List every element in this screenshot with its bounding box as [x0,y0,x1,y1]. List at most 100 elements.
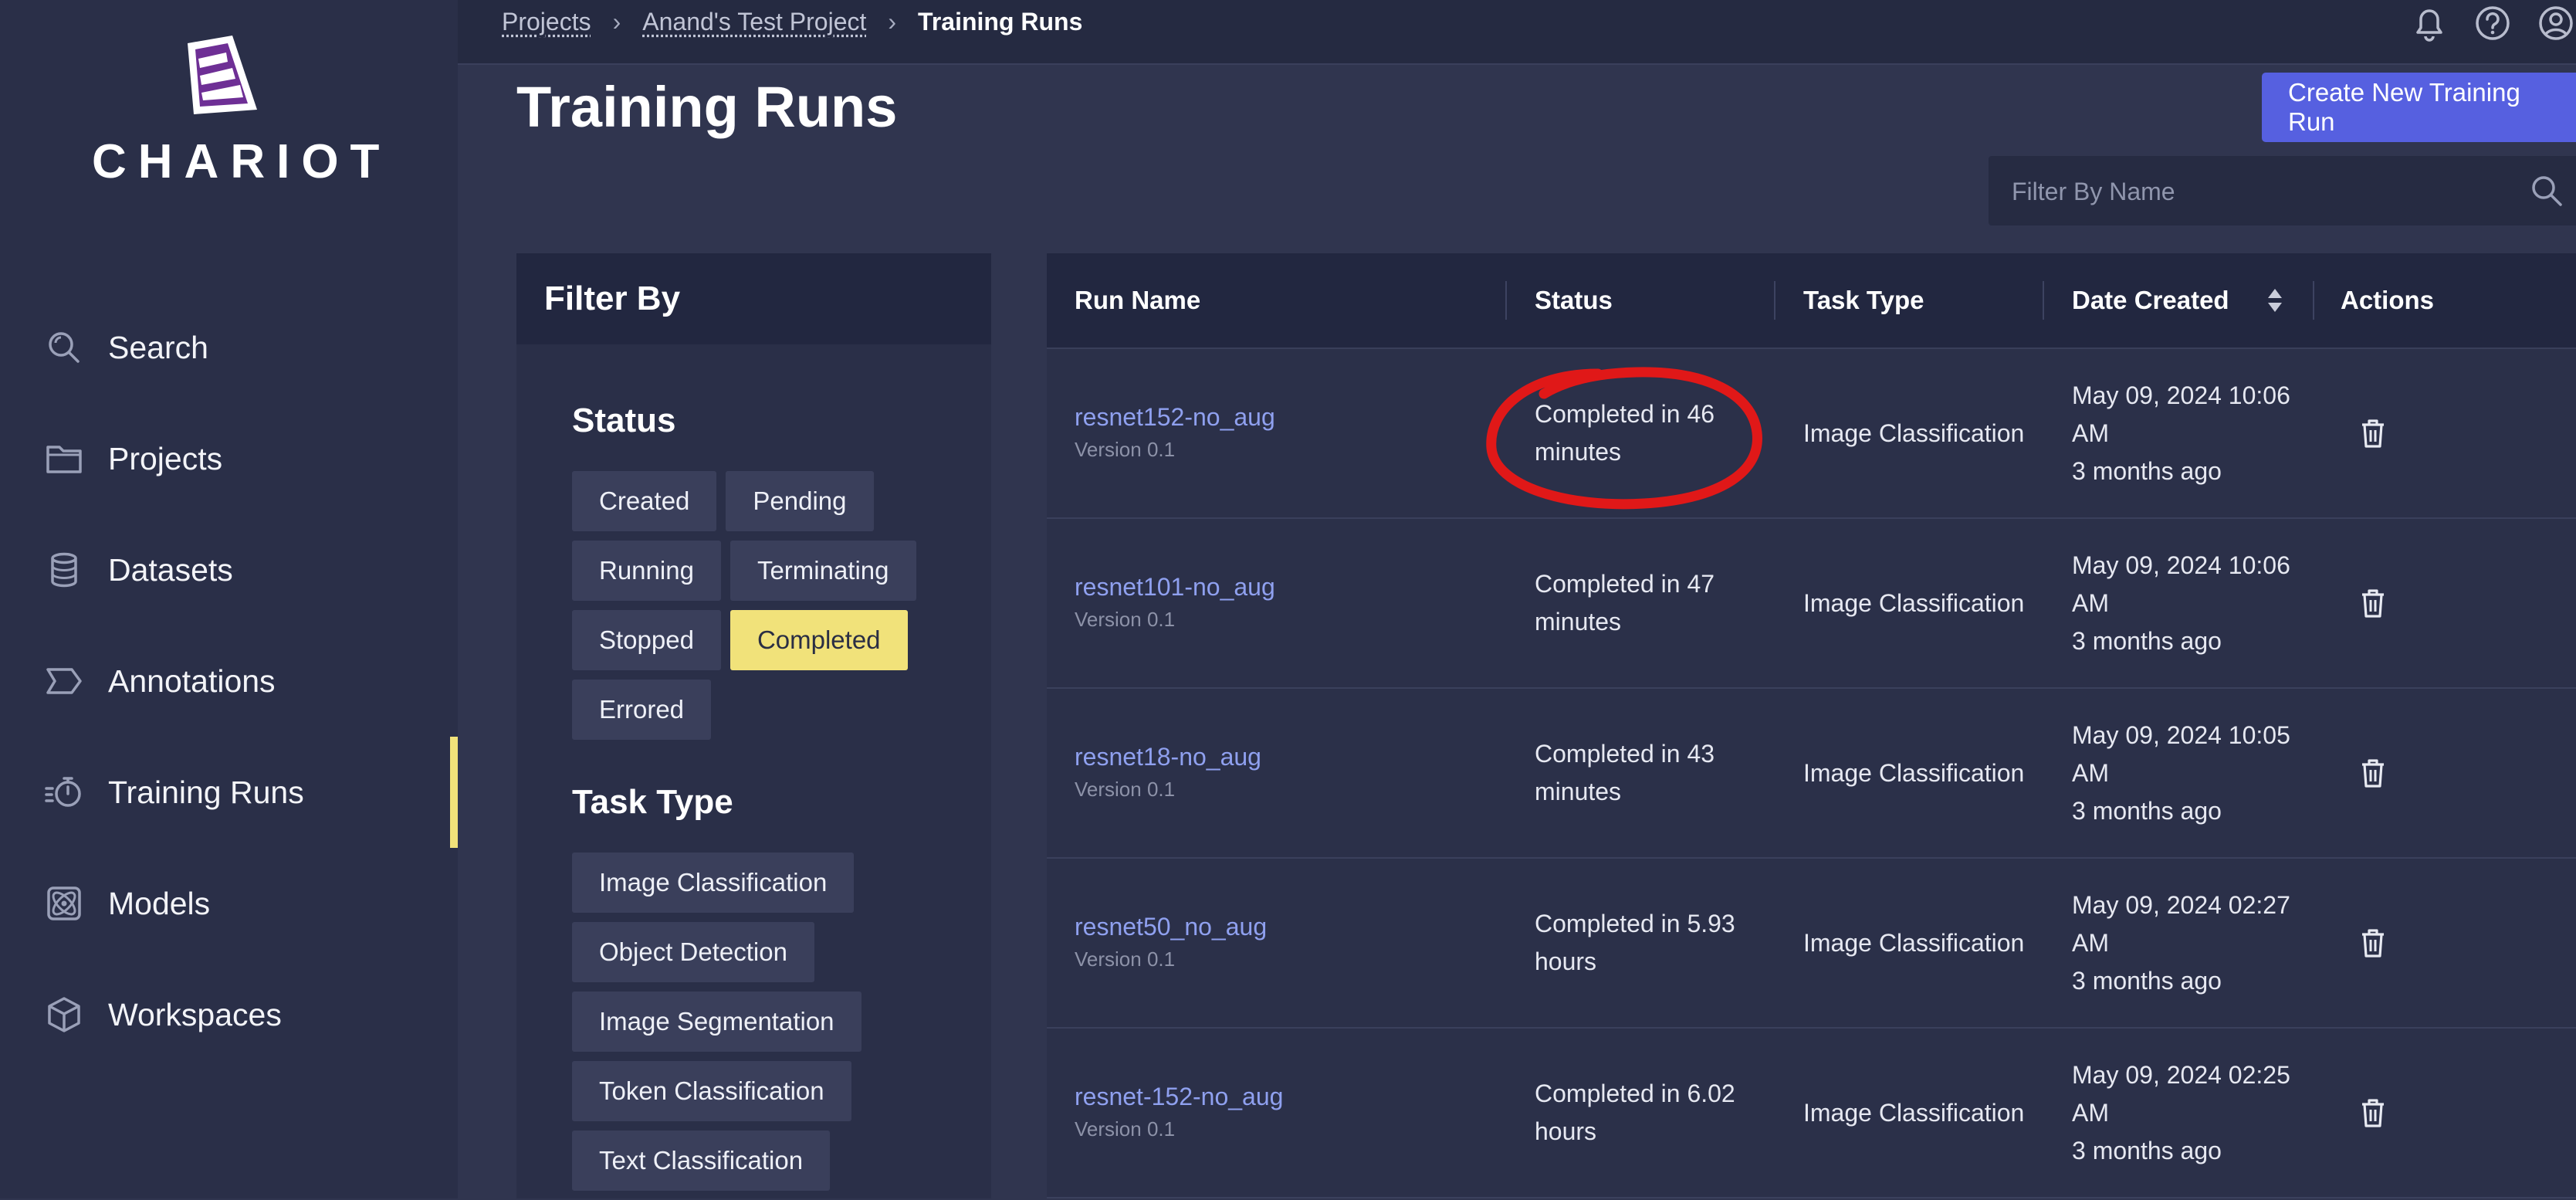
top-bar: Projects › Anand's Test Project › Traini… [458,0,2576,65]
table-row[interactable]: resnet-152-no_aug Version 0.1 Completed … [1047,1029,2576,1198]
sidebar-item-projects[interactable]: Projects [0,403,458,514]
user-account-icon[interactable] [2536,3,2576,43]
sidebar-item-training-runs[interactable]: Training Runs [0,737,458,848]
date-created-cell: May 09, 2024 10:06 AM 3 months ago [2072,519,2290,687]
task-chip-object-detection[interactable]: Object Detection [572,922,814,982]
status-chip-stopped[interactable]: Stopped [572,610,721,670]
status-text: Completed in 46 [1535,400,1715,428]
task-type-filter-chips: Image Classification Object Detection Im… [572,853,958,1200]
column-status[interactable]: Status [1535,253,1613,347]
column-date-created[interactable]: Date Created [2072,253,2229,347]
help-icon[interactable] [2473,3,2513,43]
chevron-right-icon: › [888,8,897,36]
logo-text: CHARIOT [92,135,391,188]
column-divider [1505,281,1507,320]
task-type-cell: Image Classification [1803,689,2024,857]
sidebar-item-search[interactable]: Search [0,292,458,403]
run-name-link[interactable]: resnet50_no_aug [1075,910,1267,943]
header-icons [2386,0,2576,46]
run-version: Version 0.1 [1075,608,1176,631]
breadcrumb: Projects › Anand's Test Project › Traini… [502,8,1082,36]
table-row[interactable]: resnet18-no_aug Version 0.1 Completed in… [1047,689,2576,859]
run-version: Version 0.1 [1075,438,1176,461]
status-filter-title: Status [572,402,676,439]
run-name-link[interactable]: resnet18-no_aug [1075,741,1261,773]
run-version: Version 0.1 [1075,1117,1176,1141]
trash-icon[interactable] [2356,1096,2390,1130]
breadcrumb-projects[interactable]: Projects [502,8,591,36]
run-name-link[interactable]: resnet101-no_aug [1075,571,1275,603]
status-cell: Completed in 5.93 hours [1535,859,1735,1027]
filter-by-name-box [1989,156,2576,227]
atom-icon [45,884,83,923]
status-cell: Completed in 43 minutes [1535,689,1715,857]
search-icon [45,328,83,367]
sidebar-item-label: Workspaces [108,996,282,1032]
status-chip-pending[interactable]: Pending [726,471,874,531]
table-row[interactable]: resnet50_no_aug Version 0.1 Completed in… [1047,859,2576,1029]
trash-icon[interactable] [2356,416,2390,450]
date-text: May 09, 2024 10:05 [2072,720,2290,749]
status-chip-errored[interactable]: Errored [572,680,712,740]
column-actions: Actions [2341,286,2435,314]
sidebar-item-label: Datasets [108,551,233,588]
status-chip-terminating[interactable]: Terminating [729,541,916,601]
date-text: May 09, 2024 10:06 [2072,381,2290,409]
status-text: hours [1535,1117,1597,1145]
relative-date: 3 months ago [2072,456,2222,485]
status-text: Completed in 6.02 [1535,1080,1735,1107]
date-created-cell: May 09, 2024 02:27 AM 3 months ago [2072,859,2290,1027]
training-runs-table: Run Name Status Task Type Date Created A… [1047,253,2576,1198]
status-cell: Completed in 47 minutes [1535,519,1715,687]
column-task-type[interactable]: Task Type [1803,253,1924,347]
status-filter-chips: Created Pending Running Terminating Stop… [572,471,958,749]
status-cell: Completed in 6.02 hours [1535,1029,1735,1197]
annotation-icon [45,662,83,700]
run-name-cell: resnet18-no_aug Version 0.1 [1075,689,1261,857]
status-text: Completed in 5.93 [1535,910,1735,937]
table-row[interactable]: resnet152-no_aug Version 0.1 Completed i… [1047,349,2576,519]
task-chip-text-classification[interactable]: Text Classification [572,1131,831,1191]
run-name-link[interactable]: resnet152-no_aug [1075,401,1275,433]
table-row[interactable]: resnet101-no_aug Version 0.1 Completed i… [1047,519,2576,689]
sort-icon[interactable] [2266,287,2283,317]
search-icon[interactable] [2528,172,2565,209]
breadcrumb-project[interactable]: Anand's Test Project [642,8,866,36]
relative-date: 3 months ago [2072,966,2222,995]
sidebar-item-label: Annotations [108,663,276,699]
task-type-cell: Image Classification [1803,519,2024,687]
sidebar-item-annotations[interactable]: Annotations [0,625,458,737]
filter-by-name-input[interactable] [2010,156,2507,227]
stopwatch-icon [45,773,83,812]
status-text: minutes [1535,608,1622,636]
date-created-cell: May 09, 2024 10:06 AM 3 months ago [2072,349,2290,517]
trash-icon[interactable] [2356,586,2390,620]
sidebar-item-datasets[interactable]: Datasets [0,514,458,625]
bell-icon[interactable] [2409,3,2449,43]
column-run-name[interactable]: Run Name [1075,253,1200,347]
date-text: AM [2072,758,2109,787]
task-chip-image-classification[interactable]: Image Classification [572,853,855,913]
task-chip-image-segmentation[interactable]: Image Segmentation [572,992,861,1052]
task-type-filter-title: Task Type [572,783,733,821]
trash-icon[interactable] [2356,756,2390,790]
status-chip-created[interactable]: Created [572,471,717,531]
status-text: minutes [1535,438,1622,466]
sidebar-item-workspaces[interactable]: Workspaces [0,959,458,1070]
run-name-link[interactable]: resnet-152-no_aug [1075,1080,1283,1113]
status-text: minutes [1535,778,1622,805]
task-type-text: Image Classification [1803,758,2025,787]
task-chip-token-classification[interactable]: Token Classification [572,1061,851,1121]
date-created-cell: May 09, 2024 10:05 AM 3 months ago [2072,689,2290,857]
trash-icon[interactable] [2356,926,2390,960]
date-text: AM [2072,588,2109,617]
status-chip-running[interactable]: Running [572,541,721,601]
status-chip-completed[interactable]: Completed [729,610,908,670]
run-name-cell: resnet50_no_aug Version 0.1 [1075,859,1267,1027]
date-text: AM [2072,1098,2109,1127]
create-training-run-button[interactable]: Create New Training Run [2262,73,2576,142]
logo[interactable]: CHARIOT [80,36,391,189]
task-type-cell: Image Classification [1803,1029,2024,1197]
breadcrumb-current: Training Runs [918,8,1083,36]
sidebar-item-models[interactable]: Models [0,848,458,959]
